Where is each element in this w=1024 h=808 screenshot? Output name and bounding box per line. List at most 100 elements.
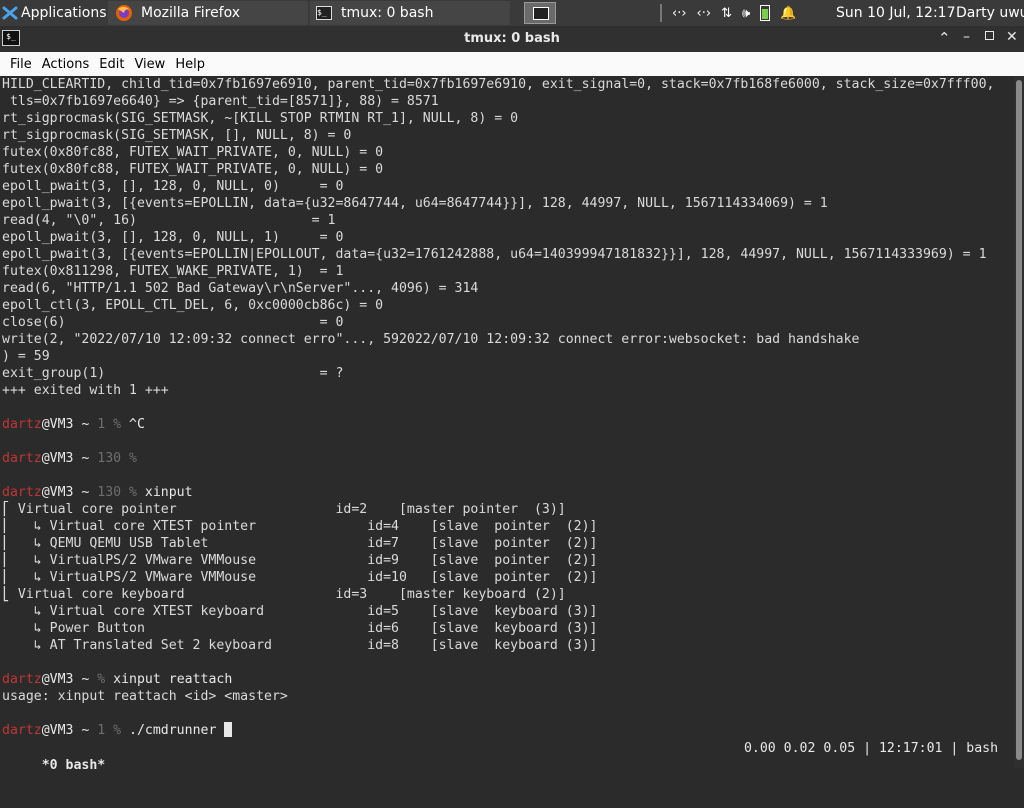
prompt-command: xinput: [144, 485, 193, 500]
prompt-host: @VM3 ~: [41, 672, 98, 687]
terminal-line: read(4, "\0", 16) = 1: [2, 213, 336, 228]
firefox-icon: [116, 5, 132, 21]
network-icon[interactable]: ‹·›: [697, 6, 712, 21]
prompt-user: dartz: [2, 672, 42, 687]
separator: [660, 4, 662, 22]
prompt-command: ./cmdrunner: [129, 723, 225, 738]
terminal-line: usage: xinput reattach <id> <master>: [2, 689, 288, 704]
terminal-line: epoll_pwait(3, [], 128, 0, NULL, 0) = 0: [2, 179, 344, 194]
user-menu[interactable]: Darty uwu: [956, 0, 1024, 26]
terminal-line: read(6, "HTTP/1.1 502 Bad Gateway\r\nSer…: [2, 281, 479, 296]
prompt-user: dartz: [2, 417, 42, 432]
terminal-icon: [533, 7, 549, 20]
tmux-status-bar: *0 bash* 0.00 0.02 0.05 | 12:17:01 | bas…: [2, 740, 1010, 773]
terminal-line: rt_sigprocmask(SIG_SETMASK, ~[KILL STOP …: [2, 111, 519, 126]
terminal-line: epoll_ctl(3, EPOLL_CTL_DEL, 6, 0xc0000cb…: [2, 298, 384, 313]
tmux-status-right: 0.00 0.02 0.05 | 12:17:01 | bash: [743, 741, 1006, 756]
terminal-line: futex(0x80fc88, FUTEX_WAIT_PRIVATE, 0, N…: [2, 145, 384, 160]
prompt-user: dartz: [2, 723, 42, 738]
terminal-line: ) = 59: [2, 349, 50, 364]
shell-prompt-line: dartz@VM3 ~ 1 % ./cmdrunner: [2, 722, 1012, 739]
workspace-1[interactable]: [524, 2, 556, 24]
terminal-line: write(2, "2022/07/10 12:09:32 connect er…: [2, 332, 860, 347]
terminal-icon: $_: [316, 6, 332, 20]
menu-actions[interactable]: Actions: [32, 57, 90, 72]
task-firefox[interactable]: Mozilla Firefox: [108, 1, 308, 25]
terminal-line: epoll_pwait(3, [{events=EPOLLIN|EPOLLOUT…: [2, 247, 987, 262]
prompt-command: ^C: [129, 417, 145, 432]
prompt-host: @VM3 ~: [41, 723, 98, 738]
terminal-line: ↳ AT Translated Set 2 keyboard id=8 [sla…: [2, 638, 598, 653]
prompt-command: xinput reattach: [113, 672, 233, 687]
network-icon[interactable]: ‹·›: [672, 6, 687, 21]
prompt-exit-code: 1 %: [97, 723, 130, 738]
shade-icon[interactable]: ⌃: [938, 29, 951, 47]
maximize-icon[interactable]: [985, 31, 994, 40]
terminal-line: ⎜ ↳ QEMU QEMU USB Tablet id=7 [slave poi…: [2, 536, 598, 551]
window-title: tmux: 0 bash: [464, 31, 560, 46]
notification-bell-icon[interactable]: 🔔: [780, 6, 796, 21]
window-titlebar[interactable]: $_ tmux: 0 bash ⌃ – ✕: [0, 26, 1024, 52]
terminal[interactable]: HILD_CLEARTID, child_tid=0x7fb1697e6910,…: [0, 76, 1024, 773]
terminal-line: futex(0x811298, FUTEX_WAKE_PRIVATE, 1) =…: [2, 264, 344, 279]
prompt-exit-code: %: [97, 672, 114, 687]
menubar: File Actions Edit View Help: [0, 52, 1024, 76]
top-panel: Applications Mozilla Firefox $_ tmux: 0 …: [0, 0, 1024, 26]
menu-file[interactable]: File: [0, 57, 32, 72]
shell-prompt-line: dartz@VM3 ~ 130 % xinput: [2, 484, 1012, 501]
terminal-line: ⎜ ↳ VirtualPS/2 VMware VMMouse id=10 [sl…: [2, 570, 598, 585]
task-tmux[interactable]: $_ tmux: 0 bash: [310, 1, 510, 25]
volume-icon[interactable]: 🕪: [742, 6, 750, 21]
text-cursor: [224, 722, 233, 737]
terminal-output[interactable]: HILD_CLEARTID, child_tid=0x7fb1697e6910,…: [2, 76, 1012, 766]
xfce-logo-icon: [2, 6, 18, 20]
prompt-exit-code: 130 %: [97, 485, 145, 500]
task-label: tmux: 0 bash: [341, 5, 434, 21]
task-label: Mozilla Firefox: [141, 5, 241, 21]
shell-prompt-line: dartz@VM3 ~ 1 % ^C: [2, 416, 1012, 433]
terminal-line: ↳ Power Button id=6 [slave keyboard (3)]: [2, 621, 598, 636]
tmux-window-list[interactable]: *0 bash*: [34, 758, 106, 773]
terminal-line: rt_sigprocmask(SIG_SETMASK, [], NULL, 8)…: [2, 128, 352, 143]
prompt-user: dartz: [2, 485, 42, 500]
terminal-line: ⎡ Virtual core pointer id=2 [master poin…: [2, 502, 566, 517]
terminal-scrollbar[interactable]: [1014, 76, 1024, 768]
terminal-line: tls=0x7fb1697e6640} => {parent_tid=[8571…: [2, 94, 439, 109]
terminal-line: +++ exited with 1 +++: [2, 383, 169, 398]
shell-prompt-line: dartz@VM3 ~ 130 %: [2, 450, 1012, 467]
workspace-switcher[interactable]: [524, 0, 556, 26]
prompt-user: dartz: [2, 451, 42, 466]
systray: ‹·› ‹·› ⇅ 🕪 🔔: [660, 0, 796, 26]
close-icon[interactable]: ✕: [1006, 29, 1018, 45]
menu-view[interactable]: View: [124, 57, 165, 72]
prompt-exit-code: 1 %: [97, 417, 130, 432]
terminal-line: close(6) = 0: [2, 315, 344, 330]
terminal-line: HILD_CLEARTID, child_tid=0x7fb1697e6910,…: [2, 77, 995, 92]
menu-edit[interactable]: Edit: [89, 57, 124, 72]
terminal-line: ⎣ Virtual core keyboard id=3 [master key…: [2, 587, 566, 602]
shell-prompt-line: dartz@VM3 ~ % xinput reattach: [2, 671, 1012, 688]
applications-label: Applications: [21, 5, 107, 21]
terminal-line: epoll_pwait(3, [{events=EPOLLIN, data={u…: [2, 196, 828, 211]
prompt-host: @VM3 ~: [41, 417, 98, 432]
menu-help[interactable]: Help: [165, 57, 205, 72]
prompt-host: @VM3 ~: [41, 451, 98, 466]
applications-menu[interactable]: Applications: [2, 0, 107, 26]
terminal-line: epoll_pwait(3, [], 128, 0, NULL, 1) = 0: [2, 230, 344, 245]
terminal-line: ↳ Virtual core XTEST keyboard id=5 [slav…: [2, 604, 598, 619]
terminal-line: ⎜ ↳ VirtualPS/2 VMware VMMouse id=9 [sla…: [2, 553, 598, 568]
updown-arrows-icon[interactable]: ⇅: [721, 6, 732, 21]
clock[interactable]: Sun 10 Jul, 12:17: [836, 0, 956, 26]
battery-icon[interactable]: [760, 5, 771, 21]
minimize-icon[interactable]: –: [963, 29, 970, 45]
scrollbar-thumb[interactable]: [1016, 80, 1022, 760]
prompt-exit-code: 130 %: [97, 451, 145, 466]
terminal-line: exit_group(1) = ?: [2, 366, 344, 381]
terminal-line: futex(0x80fc88, FUTEX_WAIT_PRIVATE, 0, N…: [2, 162, 384, 177]
terminal-line: ⎜ ↳ Virtual core XTEST pointer id=4 [sla…: [2, 519, 598, 534]
